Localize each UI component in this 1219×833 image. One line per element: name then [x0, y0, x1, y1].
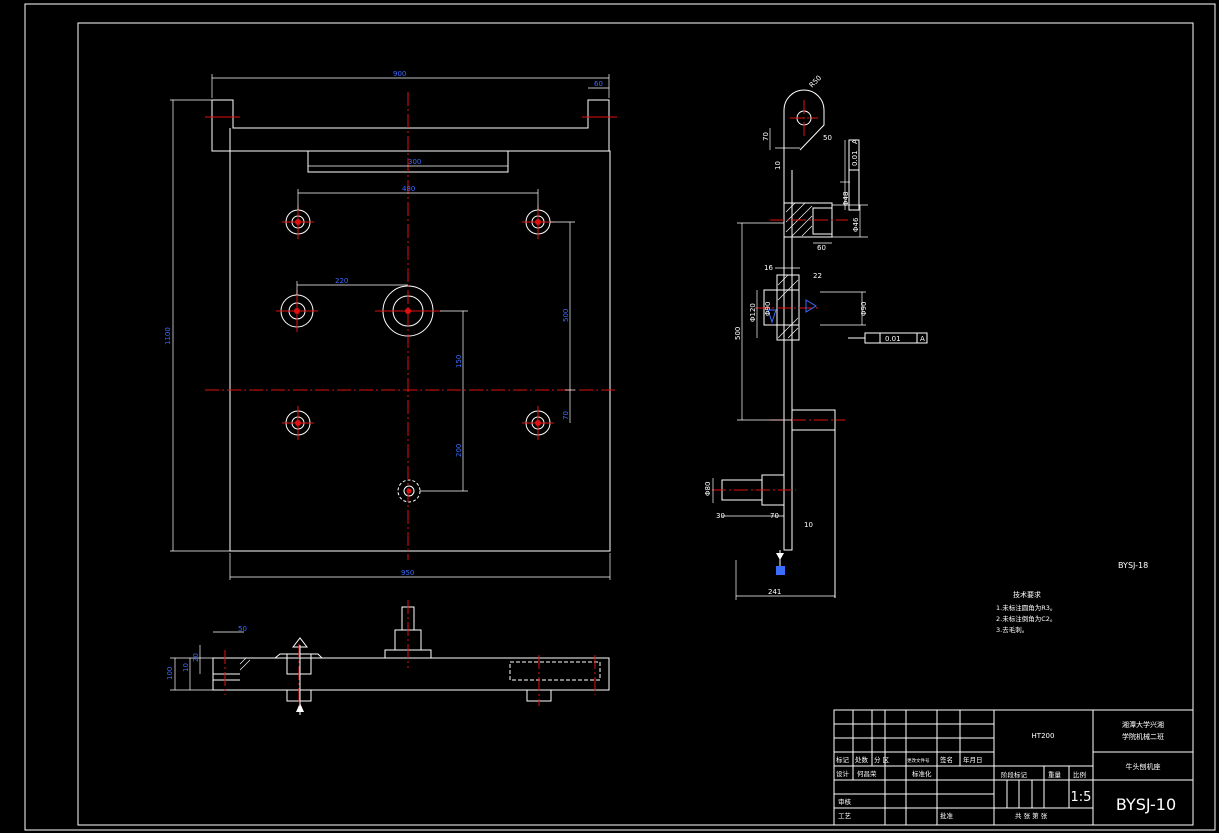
tb-part-name: 牛头刨机座	[1126, 762, 1161, 771]
dim-bottom-10: 10	[182, 663, 190, 672]
side-10: 10	[774, 161, 782, 170]
tol-value-2: 0.01	[885, 335, 901, 343]
notes-item-3: 3.去毛刺。	[996, 625, 1028, 634]
tb-row1-c3: 分 区	[874, 755, 890, 764]
tb-sheets: 共 张 第 张	[1015, 811, 1048, 820]
tb-scale: 1:5	[1071, 790, 1092, 805]
side-16: 16	[764, 264, 773, 272]
dim-hole-span: 480	[402, 185, 415, 193]
tb-review: 审核	[838, 797, 852, 806]
notes-title: 技术要求	[1013, 590, 1041, 599]
dim-bottom-50: 50	[238, 625, 247, 633]
side-phi120: Φ120	[749, 303, 757, 322]
tb-row1-c6: 年月日	[963, 755, 983, 764]
dim-mid-vert1: 150	[455, 355, 463, 368]
dim-front-height: 1100	[164, 327, 172, 345]
side-phi90-right: Φ90	[860, 302, 868, 316]
side-70: 70	[762, 132, 770, 141]
dim-bottom-20: 20	[192, 653, 200, 662]
tol-ref-1: A	[851, 139, 859, 144]
side-50: 50	[823, 134, 832, 142]
tb-ratio: 比例	[1073, 770, 1086, 779]
tb-school-1: 湘潭大学兴湘	[1122, 720, 1164, 729]
dim-front-bottom: 950	[401, 569, 414, 577]
tb-approve: 批准	[940, 811, 954, 820]
tol-value-1: 0.01	[851, 150, 859, 166]
tb-process: 工艺	[838, 812, 852, 820]
tb-drawing-number: BYSJ-10	[1116, 795, 1176, 814]
dim-slot: 300	[408, 158, 421, 166]
side-241: 241	[768, 588, 781, 596]
side-70b: 70	[770, 512, 779, 520]
side-phi46: Φ46	[852, 217, 860, 232]
dim-bottom-100: 100	[166, 667, 174, 680]
tol-ref-2: A	[920, 335, 925, 343]
tb-stage-mark: 阶段标记	[1001, 770, 1028, 779]
tb-row1-c5: 签名	[940, 755, 953, 764]
cad-drawing-canvas: 900 60 300 480 220 950 1100 500 70 150 2…	[0, 0, 1219, 833]
tb-row1-c1: 标记	[836, 755, 850, 764]
dim-right-small: 70	[562, 411, 570, 420]
tb-design-label: 设计	[836, 769, 850, 778]
dim-front-notch: 60	[594, 80, 603, 88]
dim-right-vert: 500	[562, 309, 570, 322]
side-phi80: Φ80	[704, 482, 712, 496]
dim-mid-vert2: 200	[455, 444, 463, 457]
tb-material: HT200	[1032, 732, 1055, 740]
tb-row1-c4: 更改文件号	[907, 757, 930, 764]
dim-bore-offset: 220	[335, 277, 348, 285]
side-22: 22	[813, 272, 822, 280]
side-60: 60	[817, 244, 826, 252]
tb-standard: 标准化	[912, 769, 932, 778]
drawing-code-right: BYSJ-18	[1118, 561, 1148, 570]
side-phi48: Φ48	[842, 192, 850, 206]
tb-school-2: 学院机械二班	[1122, 732, 1164, 741]
tb-weight: 重量	[1048, 771, 1062, 779]
side-phi90: Φ90	[764, 302, 772, 316]
side-30: 30	[716, 512, 725, 520]
side-500: 500	[734, 327, 742, 340]
dim-front-top: 900	[393, 70, 406, 78]
notes-item-2: 2.未标注倒角为C2。	[996, 614, 1056, 623]
tb-row1-c2: 处数	[855, 755, 869, 764]
side-10b: 10	[804, 521, 813, 529]
notes-item-1: 1.未标注圆角为R3。	[996, 603, 1056, 612]
tb-designer: 何昌荣	[857, 769, 877, 778]
